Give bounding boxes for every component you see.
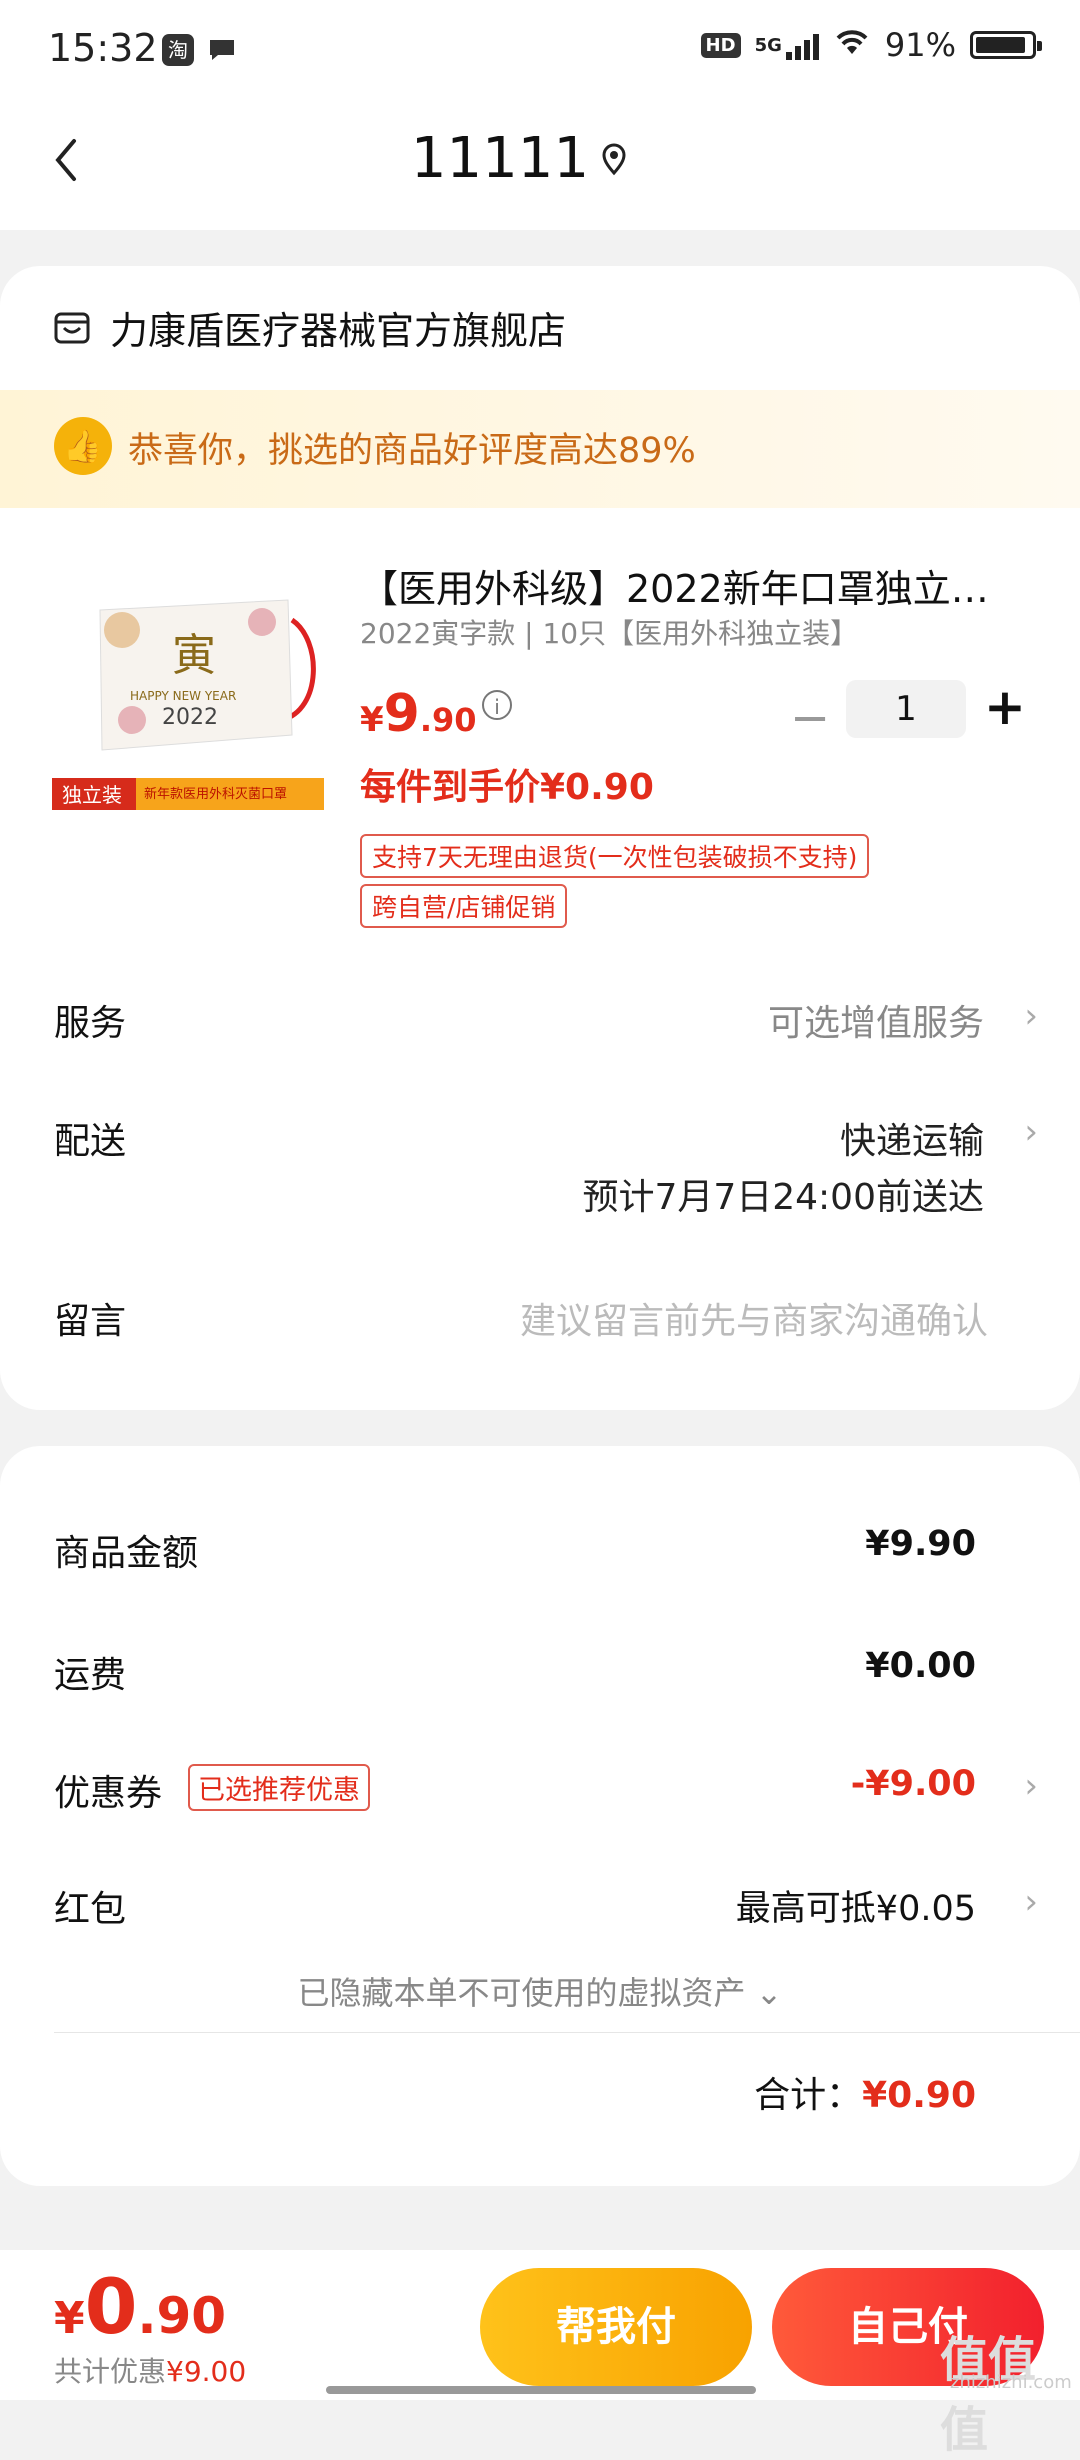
redpacket-label: 红包: [54, 1889, 127, 1930]
page-title: 11111: [0, 126, 1080, 191]
battery-fill: [976, 37, 1026, 53]
watermark-url: zhizhizhi.com: [950, 2372, 1072, 2393]
coupon-value[interactable]: -¥9.00: [851, 1764, 976, 1804]
product-title[interactable]: 【医用外科级】2022新年口罩独立…: [360, 558, 1010, 613]
rating-banner-text: 恭喜你，挑选的商品好评度高达89%: [128, 431, 696, 471]
product-price: ¥9.90: [360, 684, 477, 744]
nav-bar: 11111: [0, 100, 1080, 230]
chat-bubble-icon: [206, 34, 238, 70]
price-int: 9: [383, 684, 420, 744]
help-me-pay-button[interactable]: 帮我付: [480, 2268, 752, 2386]
product-sku[interactable]: 2022寅字款 | 10只【医用外科独立装】: [360, 612, 858, 652]
product-image[interactable]: 寅 HAPPY NEW YEAR 2022 独立装 新年款医用外科灭菌口罩: [52, 560, 324, 826]
shipping-label: 运费: [54, 1655, 127, 1696]
coupon-label: 优惠券: [54, 1773, 163, 1814]
chevron-right-icon[interactable]: ›: [1024, 1112, 1038, 1152]
network-type: 5G: [754, 34, 782, 56]
saving-label: 共计优惠: [54, 2355, 167, 2388]
redpacket-value[interactable]: 最高可抵¥0.05: [736, 1880, 976, 1931]
status-time: 15:32: [48, 26, 158, 70]
address-title[interactable]: 11111: [411, 126, 589, 191]
mask-greeting: HAPPY NEW YEAR: [130, 689, 236, 703]
total-value: ¥0.90: [862, 2075, 976, 2116]
info-icon[interactable]: i: [482, 690, 512, 720]
divider: [54, 2032, 1080, 2033]
payable-dec: .90: [137, 2287, 227, 2345]
quantity-increase-button[interactable]: +: [984, 678, 1026, 736]
signal-icon: [785, 30, 819, 60]
rating-banner: 👍 恭喜你，挑选的商品好评度高达89%: [0, 390, 1080, 508]
store-name: 力康盾医疗器械官方旗舰店: [110, 309, 567, 353]
unit-final-price: 每件到手价¥0.90: [360, 767, 654, 808]
coupon-selected-tag: 已选推荐优惠: [188, 1764, 370, 1811]
saving-value: ¥9.00: [166, 2355, 247, 2388]
location-pin-icon[interactable]: [600, 142, 628, 180]
promotion-tag: 跨自营/店铺促销: [360, 884, 568, 928]
battery-icon: [970, 31, 1042, 59]
thumbs-up-icon: 👍: [54, 417, 112, 475]
store-icon: [54, 312, 90, 343]
message-label: 留言: [54, 1301, 127, 1342]
battery-percent: 91%: [884, 26, 956, 64]
order-total: 合计：¥0.90: [754, 2066, 976, 2118]
taobao-app-icon: 淘: [162, 34, 194, 66]
service-value[interactable]: 可选增值服务: [768, 994, 984, 1046]
mask-year: 2022: [162, 705, 218, 730]
quantity-input[interactable]: 1: [846, 680, 966, 738]
chevron-right-icon[interactable]: ›: [1024, 1766, 1038, 1806]
payable-price: ¥0.90: [54, 2262, 226, 2351]
payable-int: 0: [84, 2262, 138, 2351]
goods-amount-value: ¥9.90: [865, 1524, 976, 1564]
service-label: 服务: [54, 1003, 127, 1044]
price-symbol: ¥: [360, 700, 384, 740]
home-indicator[interactable]: [326, 2386, 756, 2394]
delivery-label: 配送: [54, 1121, 127, 1162]
chevron-right-icon[interactable]: ›: [1024, 1882, 1038, 1922]
hidden-assets-toggle[interactable]: 已隐藏本单不可使用的虚拟资产 ⌄: [0, 1968, 1080, 2014]
chevron-right-icon[interactable]: ›: [1024, 996, 1038, 1036]
delivery-eta: 预计7月7日24:00前送达: [582, 1177, 984, 1218]
delivery-value[interactable]: 快递运输: [840, 1112, 984, 1164]
store-header[interactable]: 力康盾医疗器械官方旗舰店: [52, 300, 566, 355]
status-bar: 15:32 淘 HD 5G 91%: [0, 0, 1080, 100]
goods-amount-label: 商品金额: [54, 1533, 199, 1574]
hd-badge: HD: [700, 32, 741, 58]
payable-symbol: ¥: [54, 2293, 85, 2344]
status-indicators: HD 5G 91%: [700, 26, 1042, 64]
total-label: 合计：: [754, 2075, 863, 2116]
mask-strip: 新年款医用外科灭菌口罩: [144, 786, 287, 802]
shipping-value: ¥0.00: [865, 1646, 976, 1686]
quantity-decrease-button[interactable]: −: [790, 690, 830, 746]
total-saving: 共计优惠¥9.00: [54, 2350, 246, 2390]
mask-badge: 独立装: [62, 783, 122, 807]
mask-char: 寅: [172, 630, 216, 681]
return-policy-tag: 支持7天无理由退货(一次性包装破损不支持): [360, 834, 870, 878]
price-dec: .90: [419, 701, 477, 739]
wifi-icon: [833, 26, 871, 64]
message-input[interactable]: 建议留言前先与商家沟通确认: [520, 1292, 988, 1344]
